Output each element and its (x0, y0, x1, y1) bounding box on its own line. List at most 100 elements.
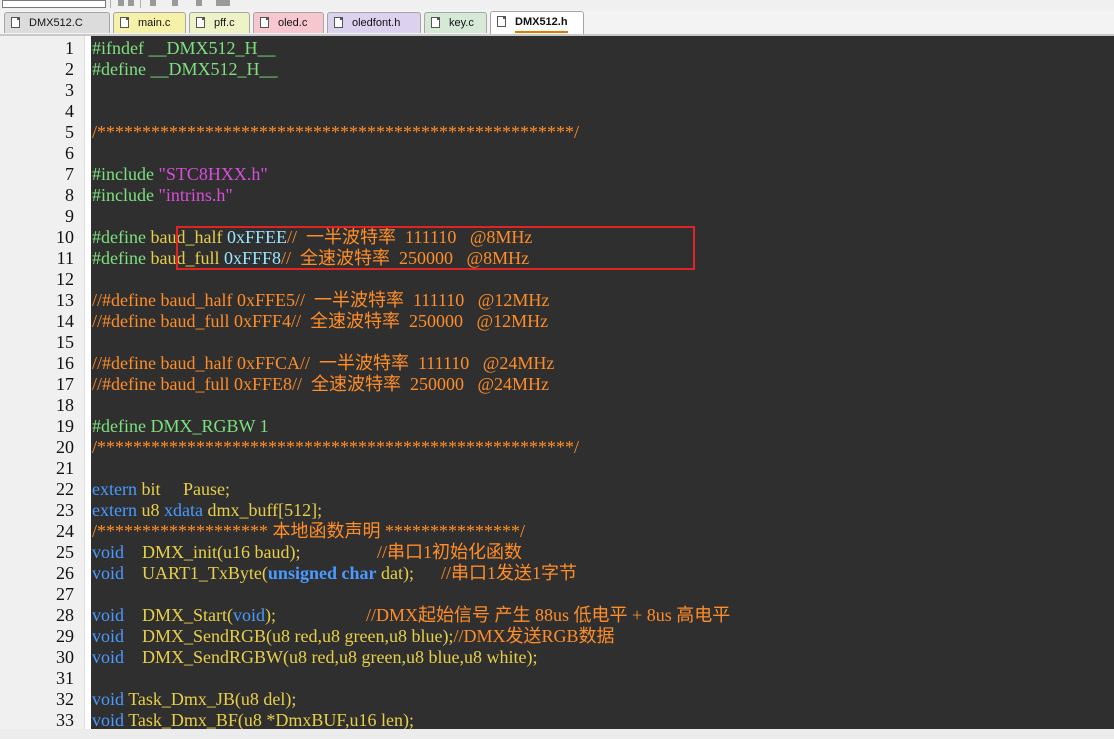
tab-label: DMX512.C (29, 17, 83, 29)
code-line: void DMX_SendRGB(u8 red,u8 green,u8 blue… (92, 626, 614, 647)
code-token: //DMX发送RGB数据 (453, 626, 615, 646)
tab-key-c[interactable]: key.c (424, 12, 487, 33)
code-token: UART1_TxByte( (142, 563, 268, 583)
line-number: 32 (56, 689, 74, 709)
code-token: DMX_SendRGB(u8 red,u8 green,u8 blue); (142, 626, 454, 646)
tab-pff-c[interactable]: pff.c (189, 12, 250, 33)
line-number: 2 (65, 59, 74, 79)
line-number: 9 (65, 206, 74, 226)
code-token: xdata (163, 500, 208, 520)
code-token: extern (92, 479, 142, 499)
toolbar-button-icon[interactable] (196, 0, 202, 6)
code-token: void (92, 710, 129, 730)
fold-margin (84, 36, 91, 739)
tab-label: main.c (138, 17, 171, 29)
toolbar-button-icon[interactable] (150, 0, 156, 6)
tab-dmx512-c[interactable]: DMX512.C (4, 12, 110, 33)
code-token: dat); (376, 563, 414, 583)
line-number: 22 (56, 479, 74, 499)
line-number: 23 (56, 500, 74, 520)
line-number: 31 (56, 668, 74, 688)
line-number: 15 (56, 332, 74, 352)
code-token: void (92, 626, 143, 646)
horizontal-scrollbar[interactable] (0, 729, 1114, 739)
line-number: 20 (56, 437, 74, 457)
code-token: #include (92, 185, 159, 205)
toolbar-separator (140, 0, 141, 8)
line-number: 28 (56, 605, 74, 625)
toolbar-button-icon[interactable] (118, 0, 124, 6)
highlight-box (176, 226, 695, 270)
line-number: 8 (65, 185, 74, 205)
line-number: 10 (56, 227, 74, 247)
code-token: unsigned char (267, 563, 377, 583)
line-number: 14 (56, 311, 74, 331)
code-token: extern (92, 500, 142, 520)
code-line: extern u8 xdata dmx_buff[512]; (92, 500, 322, 521)
line-number: 4 (65, 101, 74, 121)
code-token: Task_Dmx_BF(u8 *DmxBUF,u16 len); (128, 710, 414, 730)
line-number: 29 (56, 626, 74, 646)
code-token: /******************* 本地函数声明 ************… (92, 521, 526, 541)
code-token: ); (265, 605, 277, 625)
toolbar-button-icon[interactable] (128, 0, 134, 6)
line-number: 30 (56, 647, 74, 667)
toolbar-button-icon[interactable] (216, 0, 230, 6)
tab-oledfont-h[interactable]: oledfont.h (327, 12, 421, 33)
code-token: void (92, 605, 143, 625)
code-token: //#define baud_full 0xFFE8// 全速波特率 25000… (92, 374, 550, 394)
file-icon (11, 17, 20, 28)
code-line: void DMX_SendRGBW(u8 red,u8 green,u8 blu… (92, 647, 537, 668)
code-token: "STC8HXX.h" (158, 164, 268, 184)
tab-label: key.c (449, 17, 474, 29)
toolbar-combo-box[interactable] (2, 0, 106, 8)
line-number: 11 (56, 248, 74, 268)
line-number: 19 (56, 416, 74, 436)
tab-label: oled.c (278, 17, 308, 29)
toolbar-button-icon[interactable] (172, 0, 178, 6)
tab-label: oledfont.h (352, 17, 401, 29)
code-token: #define (92, 227, 151, 247)
toolbar-separator (110, 0, 111, 8)
tab-label: DMX512.h (515, 13, 568, 33)
tab-oled-c[interactable]: oled.c (253, 12, 324, 33)
code-token: /***************************************… (92, 122, 580, 142)
file-icon (260, 17, 269, 28)
code-token: Task_Dmx_JB(u8 del); (128, 689, 297, 709)
code-line: void UART1_TxByte(unsigned char dat); //… (92, 563, 577, 584)
code-token: //串口1初始化函数 (300, 542, 523, 562)
code-token: #define DMX_RGBW 1 (92, 416, 269, 436)
code-token: void (92, 689, 129, 709)
code-token: //串口1发送1字节 (413, 563, 577, 583)
code-editor[interactable]: 1 2 3 4 5 6 7 8 9 10 11 12 13 14 15 16 17 18 19 20 21 22 23 24 2… (0, 36, 1114, 739)
tab-main-c[interactable]: main.c (113, 12, 186, 33)
code-token: bit (141, 479, 183, 499)
line-number: 27 (56, 584, 74, 604)
code-line: #include "STC8HXX.h" (92, 164, 268, 185)
code-line: void DMX_Start(void); //DMX起始信号 产生 88us … (92, 605, 730, 626)
code-token: u8 (141, 500, 164, 520)
code-token: #include (92, 164, 159, 184)
code-area[interactable]: #ifndef __DMX512_H__ #define __DMX512_H__… (92, 36, 1114, 739)
line-number: 18 (56, 395, 74, 415)
code-line: #include "intrins.h" (92, 185, 233, 206)
tab-dmx512-h[interactable]: DMX512.h (490, 11, 584, 34)
code-line: /******************* 本地函数声明 ************… (92, 521, 525, 542)
file-icon (196, 17, 205, 28)
code-line: #ifndef __DMX512_H__ (92, 38, 275, 59)
line-number-gutter: 1 2 3 4 5 6 7 8 9 10 11 12 13 14 15 16 17 18 19 20 21 22 23 24 2… (0, 36, 84, 739)
code-line: void Task_Dmx_BF(u8 *DmxBUF,u16 len); (92, 710, 414, 731)
line-number: 17 (56, 374, 74, 394)
code-token: //#define baud_half 0xFFCA// 一半波特率 11111… (92, 353, 555, 373)
line-number: 7 (65, 164, 74, 184)
line-number: 16 (56, 353, 74, 373)
line-number: 5 (65, 122, 74, 142)
code-line: //#define baud_full 0xFFF4// 全速波特率 25000… (92, 311, 548, 332)
code-token: //DMX起始信号 产生 88us 低电平 + 8us 高电平 (276, 605, 731, 625)
code-token: #define (92, 248, 151, 268)
code-line: /***************************************… (92, 437, 579, 458)
code-token: #ifndef __DMX512_H__ (92, 38, 276, 58)
code-token: void (92, 542, 143, 562)
line-number: 6 (65, 143, 74, 163)
line-number: 21 (56, 458, 74, 478)
